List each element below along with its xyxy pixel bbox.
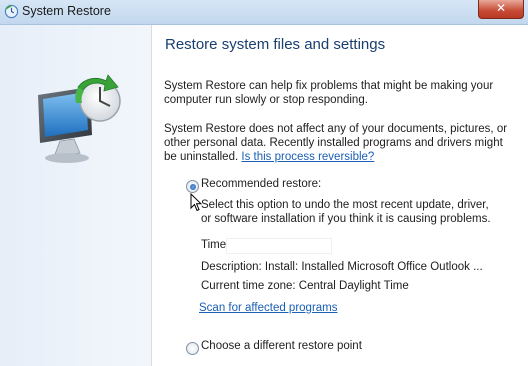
time-zone: Current time zone: Central Daylight Time [201,280,409,292]
reversible-link[interactable]: Is this process reversible? [241,151,374,163]
restore-description: Description: Install: Installed Microsof… [201,261,483,273]
system-restore-illustration [38,74,121,163]
page-heading: Restore system files and settings [165,36,386,53]
left-pane [0,25,151,366]
mouse-cursor-icon [190,193,202,212]
close-icon: ✕ [495,1,507,15]
recommended-description: Select this option to undo the most rece… [201,199,491,225]
main-content: Restore system files and settings System… [152,25,528,366]
recommended-restore-radio[interactable] [186,180,199,193]
info-paragraph: System Restore does not affect any of yo… [164,122,509,164]
different-restore-point-radio[interactable] [186,342,199,355]
close-button[interactable]: ✕ [478,0,524,19]
time-value [226,238,332,254]
scan-affected-programs-link[interactable]: Scan for affected programs [199,302,338,314]
system-restore-icon [4,4,19,19]
different-restore-point-label[interactable]: Choose a different restore point [201,340,362,352]
title-bar: System Restore ✕ [0,0,528,25]
recommended-restore-label[interactable]: Recommended restore: [201,178,321,190]
window-title: System Restore [22,4,111,18]
intro-paragraph: System Restore can help fix problems tha… [164,80,494,106]
